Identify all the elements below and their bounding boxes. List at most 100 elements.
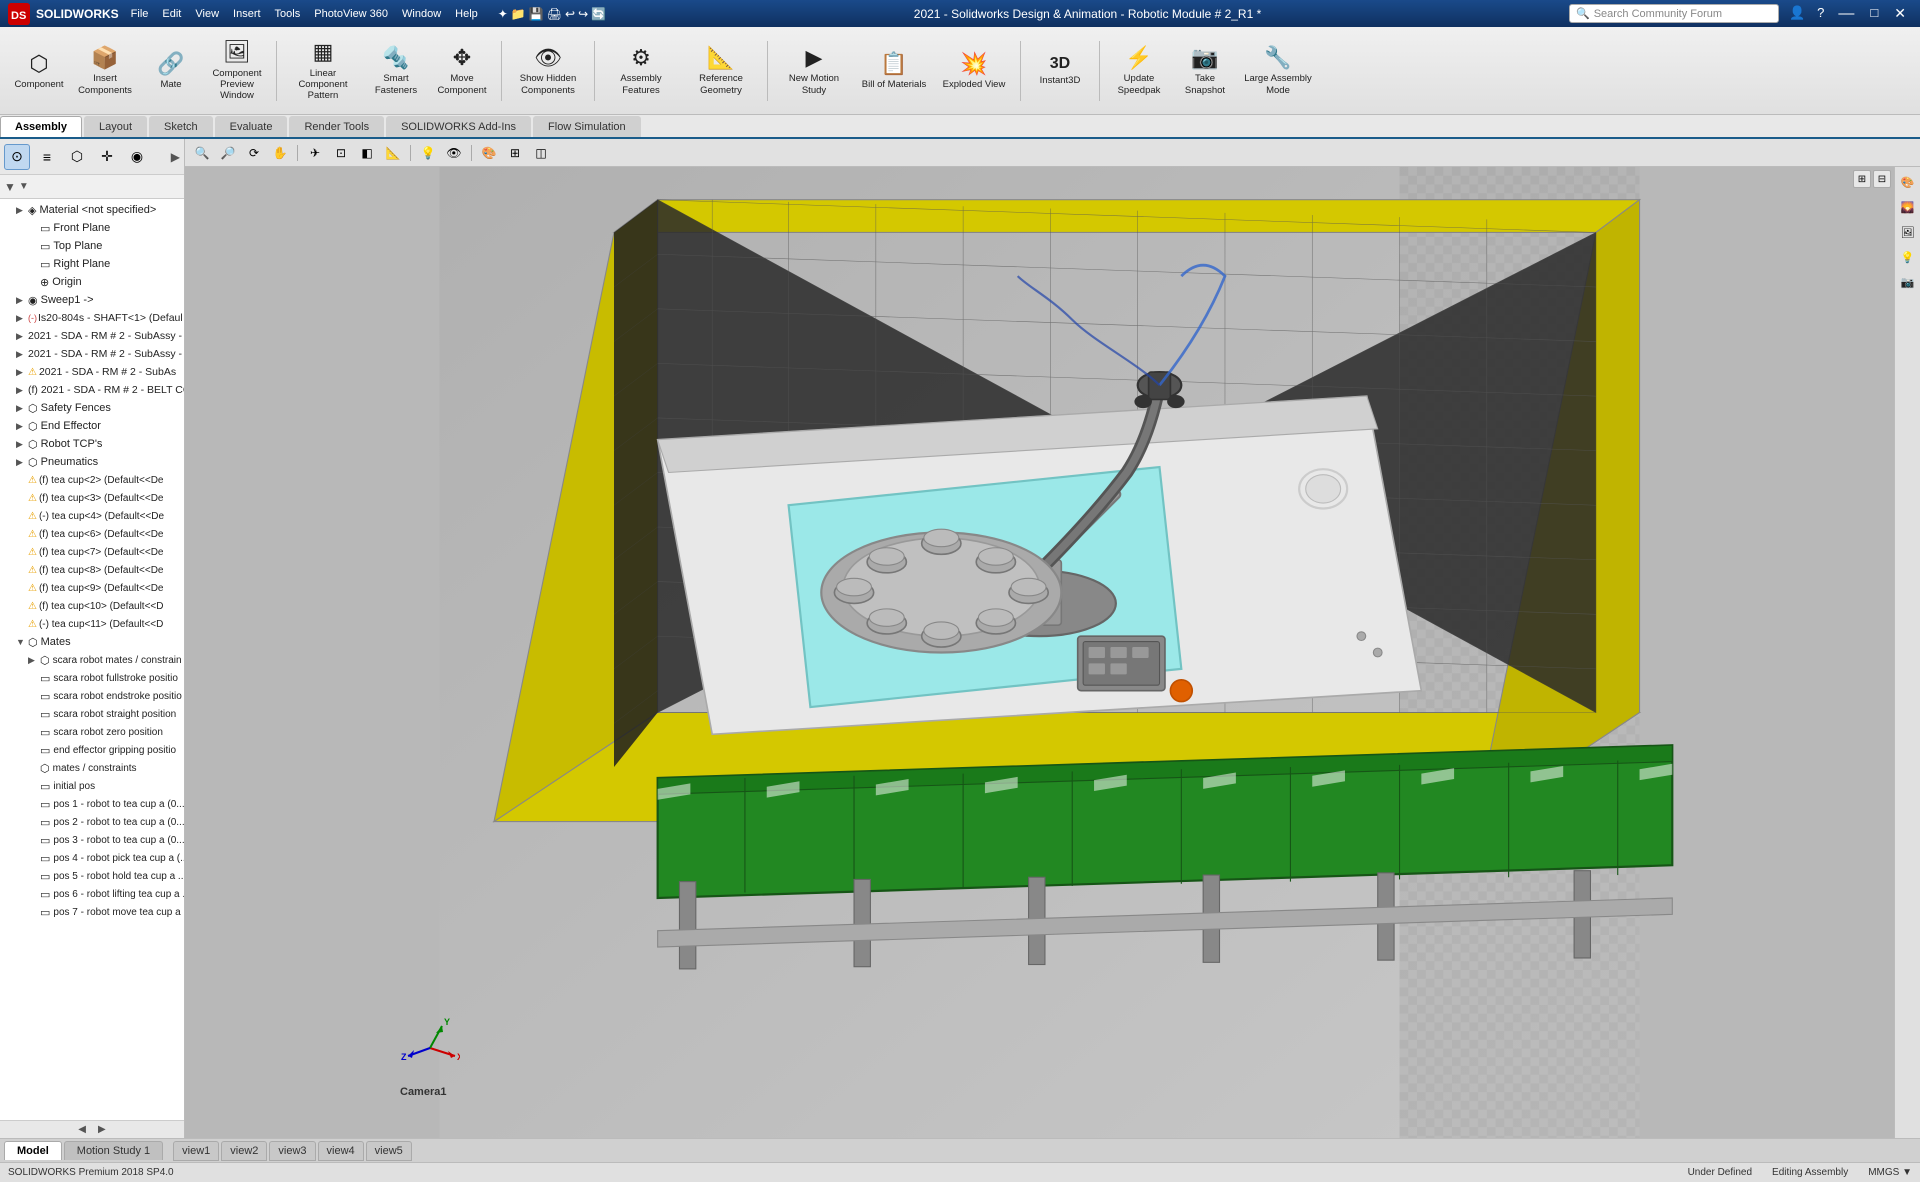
tree-item-cup11[interactable]: ⚠ (-) tea cup<11> (Default<<D xyxy=(0,615,184,633)
toolbar-assembly-features-btn[interactable]: ⚙ Assembly Features xyxy=(603,35,679,107)
quick-access-arrow[interactable]: ✦ xyxy=(498,7,508,21)
tree-item-pos5[interactable]: ▭ pos 5 - robot hold tea cup a ... xyxy=(0,867,184,885)
view-tab-1[interactable]: view1 xyxy=(173,1141,219,1161)
camera-view-btn[interactable]: 📷 xyxy=(1897,271,1919,293)
menu-file[interactable]: File xyxy=(125,6,155,22)
toolbar-show-hidden-btn[interactable]: 👁 Show Hidden Components xyxy=(510,35,586,107)
tree-item-pos3[interactable]: ▭ pos 3 - robot to tea cup a (0... xyxy=(0,831,184,849)
toolbar-exploded-btn[interactable]: 💥 Exploded View xyxy=(936,35,1012,107)
panel-nav-arrow[interactable]: ▶ xyxy=(171,150,180,164)
toolbar-preview-btn[interactable]: 🖼 Component Preview Window xyxy=(206,35,268,107)
toolbar-large-assembly-btn[interactable]: 🔧 Large Assembly Mode xyxy=(1240,35,1316,107)
toolbar-component-btn[interactable]: ⬡ Component xyxy=(8,35,70,107)
tab-model[interactable]: Model xyxy=(4,1141,62,1160)
tree-item-cup3[interactable]: ⚠ (f) tea cup<3> (Default<<De xyxy=(0,489,184,507)
tree-item-origin[interactable]: ⊕ Origin xyxy=(0,273,184,291)
panel-icon-config-manager[interactable]: ⬡ xyxy=(64,144,90,170)
toolbar-snapshot-btn[interactable]: 📷 Take Snapshot xyxy=(1174,35,1236,107)
tree-item-cup8[interactable]: ⚠ (f) tea cup<8> (Default<<De xyxy=(0,561,184,579)
view-area[interactable]: 🔍 🔎 ⟳ ✋ ✈ ⊡ ◧ 📐 💡 👁 🎨 ⊞ ◫ ⊞ ⊟ xyxy=(185,139,1920,1138)
tree-item-pos1[interactable]: ▭ pos 1 - robot to tea cup a (0... xyxy=(0,795,184,813)
toolbar-insert-btn[interactable]: 📦 Insert Components xyxy=(74,35,136,107)
tree-item-subassy2[interactable]: ▶ 2021 - SDA - RM # 2 - SubAssy - 1 xyxy=(0,345,184,363)
toolbar-pattern-btn[interactable]: ▦ Linear Component Pattern xyxy=(285,35,361,107)
tab-motion-study-1[interactable]: Motion Study 1 xyxy=(64,1141,163,1160)
tree-item-cup6[interactable]: ⚠ (f) tea cup<6> (Default<<De xyxy=(0,525,184,543)
tree-item-scara-mates[interactable]: ▶ ⬡ scara robot mates / constrain xyxy=(0,651,184,669)
view-appearance[interactable]: 🎨 xyxy=(478,142,500,164)
quick-save[interactable]: 💾 xyxy=(529,7,544,21)
view-3d-sketch[interactable]: ✈ xyxy=(304,142,326,164)
menu-window[interactable]: Window xyxy=(396,6,447,22)
panel-icon-feature-tree[interactable]: ⊙ xyxy=(4,144,30,170)
tree-item-material[interactable]: ▶ ◈ Material <not specified> xyxy=(0,201,184,219)
tab-assembly[interactable]: Assembly xyxy=(0,116,82,137)
toolbar-reference-btn[interactable]: 📐 Reference Geometry xyxy=(683,35,759,107)
scene-btn[interactable]: 🌄 xyxy=(1897,196,1919,218)
toolbar-mate-btn[interactable]: 🔗 Mate xyxy=(140,35,202,107)
tree-item-shaft[interactable]: ▶ (-) Is20-804s - SHAFT<1> (Defaul xyxy=(0,309,184,327)
minimize-btn[interactable]: — xyxy=(1832,5,1860,23)
tree-item-pos7[interactable]: ▭ pos 7 - robot move tea cup a ... xyxy=(0,903,184,921)
tree-item-cup2[interactable]: ⚠ (f) tea cup<2> (Default<<De xyxy=(0,471,184,489)
tree-item-cup4[interactable]: ⚠ (-) tea cup<4> (Default<<De xyxy=(0,507,184,525)
lights-btn[interactable]: 💡 xyxy=(1897,246,1919,268)
quick-print[interactable]: 🖨 xyxy=(547,7,562,21)
toolbar-instant3d-btn[interactable]: 3D Instant3D xyxy=(1029,35,1091,107)
view-pan[interactable]: ✋ xyxy=(269,142,291,164)
view-section[interactable]: ◧ xyxy=(356,142,378,164)
panel-icon-property-manager[interactable]: ≡ xyxy=(34,144,60,170)
tree-item-belt[interactable]: ▶ (f) 2021 - SDA - RM # 2 - BELT CC xyxy=(0,381,184,399)
decals-btn[interactable]: 🖼 xyxy=(1897,221,1919,243)
view-wireframe[interactable]: ⊡ xyxy=(330,142,352,164)
tree-item-cup9[interactable]: ⚠ (f) tea cup<9> (Default<<De xyxy=(0,579,184,597)
scroll-left[interactable]: ◀ xyxy=(74,1122,90,1137)
panel-icon-display-manager[interactable]: ◉ xyxy=(124,144,150,170)
tree-item-safety-fences[interactable]: ▶ ⬡ Safety Fences xyxy=(0,399,184,417)
assembly-view[interactable] xyxy=(185,167,1894,1138)
view-zoom-out[interactable]: 🔎 xyxy=(217,142,239,164)
view-hide-show[interactable]: 👁 xyxy=(443,142,465,164)
units-display[interactable]: MMGS ▼ xyxy=(1868,1167,1912,1178)
menu-insert[interactable]: Insert xyxy=(227,6,267,22)
view-display-manager[interactable]: 📐 xyxy=(382,142,404,164)
search-box[interactable]: 🔍 Search Community Forum xyxy=(1569,4,1779,23)
tree-item-robot-tcp[interactable]: ▶ ⬡ Robot TCP's xyxy=(0,435,184,453)
tree-item-initial-pos[interactable]: ▭ initial pos xyxy=(0,777,184,795)
tree-item-straight[interactable]: ▭ scara robot straight position xyxy=(0,705,184,723)
tree-area[interactable]: ▶ ◈ Material <not specified> ▭ Front Pla… xyxy=(0,199,184,1120)
tree-item-front-plane[interactable]: ▭ Front Plane xyxy=(0,219,184,237)
menu-edit[interactable]: Edit xyxy=(156,6,187,22)
tree-item-end-effector[interactable]: ▶ ⬡ End Effector xyxy=(0,417,184,435)
quick-open[interactable]: 📁 xyxy=(511,7,526,21)
tree-item-pos4[interactable]: ▭ pos 4 - robot pick tea cup a (... xyxy=(0,849,184,867)
scroll-right[interactable]: ▶ xyxy=(94,1122,110,1137)
tree-item-zero[interactable]: ▭ scara robot zero position xyxy=(0,723,184,741)
view-rotate[interactable]: ⟳ xyxy=(243,142,265,164)
tree-item-endstroke[interactable]: ▭ scara robot endstroke positio xyxy=(0,687,184,705)
question-icon[interactable]: ? xyxy=(1813,5,1828,23)
tree-item-fullstroke[interactable]: ▭ scara robot fullstroke positio xyxy=(0,669,184,687)
menu-help[interactable]: Help xyxy=(449,6,484,22)
panel-icon-dim-expert[interactable]: ✛ xyxy=(94,144,120,170)
toolbar-fasteners-btn[interactable]: 🔩 Smart Fasteners xyxy=(365,35,427,107)
quick-redo[interactable]: ↪ xyxy=(578,7,588,21)
tree-item-mates-constraints[interactable]: ⬡ mates / constraints xyxy=(0,759,184,777)
tab-solidworks-addins[interactable]: SOLIDWORKS Add-Ins xyxy=(386,116,531,137)
close-btn[interactable]: ✕ xyxy=(1888,5,1912,23)
tree-item-pos6[interactable]: ▭ pos 6 - robot lifting tea cup a ... xyxy=(0,885,184,903)
user-icon[interactable]: 👤 xyxy=(1785,5,1809,23)
tree-item-cup7[interactable]: ⚠ (f) tea cup<7> (Default<<De xyxy=(0,543,184,561)
maximize-btn[interactable]: □ xyxy=(1864,5,1884,23)
toolbar-motion-study-btn[interactable]: ▶ New Motion Study xyxy=(776,35,852,107)
view-lighting[interactable]: 💡 xyxy=(417,142,439,164)
tree-item-subassy1[interactable]: ▶ 2021 - SDA - RM # 2 - SubAssy - 1 xyxy=(0,327,184,345)
quick-undo[interactable]: ↩ xyxy=(565,7,575,21)
tree-item-pos2[interactable]: ▭ pos 2 - robot to tea cup a (0... xyxy=(0,813,184,831)
appearance-btn[interactable]: 🎨 xyxy=(1897,171,1919,193)
tree-item-sweep1[interactable]: ▶ ◉ Sweep1 -> xyxy=(0,291,184,309)
tree-item-cup10[interactable]: ⚠ (f) tea cup<10> (Default<<D xyxy=(0,597,184,615)
view-perspective[interactable]: ◫ xyxy=(530,142,552,164)
tab-evaluate[interactable]: Evaluate xyxy=(215,116,288,137)
tab-flow-simulation[interactable]: Flow Simulation xyxy=(533,116,641,137)
